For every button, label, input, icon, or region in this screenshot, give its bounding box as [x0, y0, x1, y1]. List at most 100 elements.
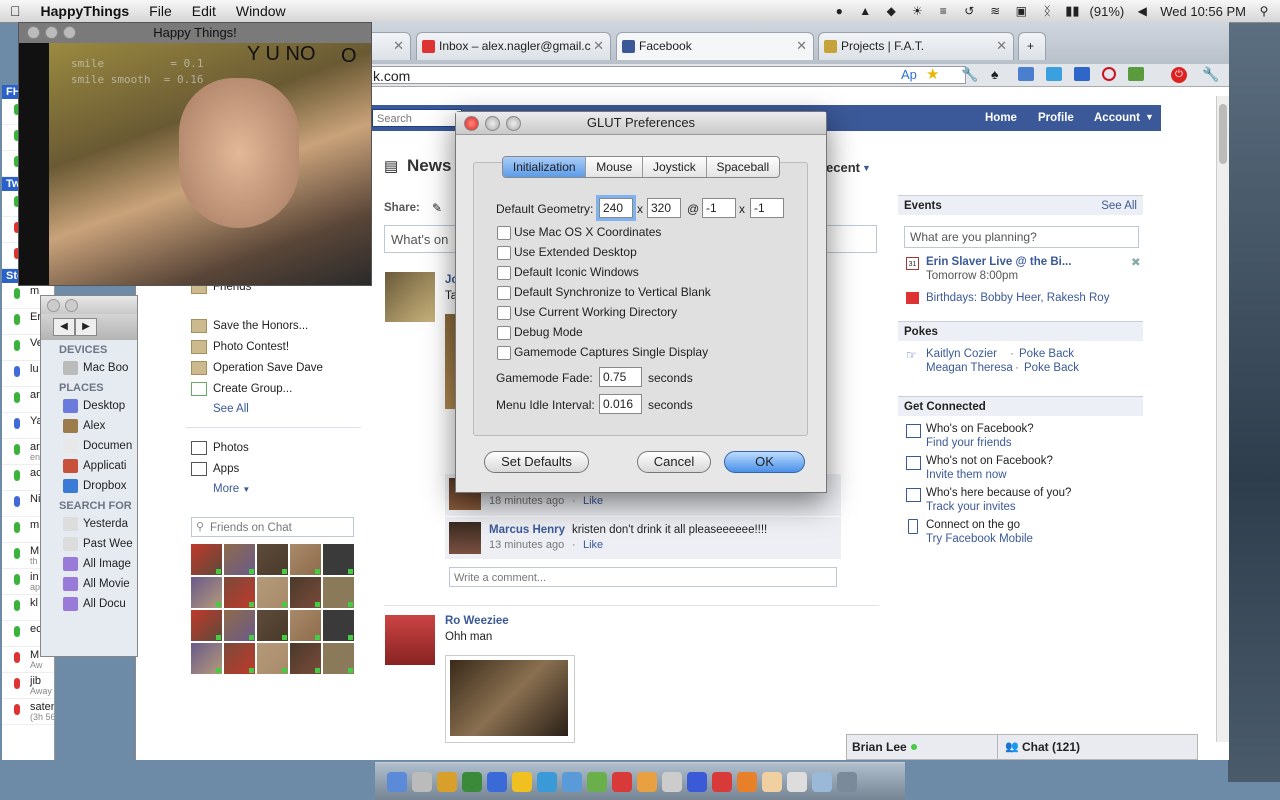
mail-icon[interactable]	[1018, 67, 1034, 81]
volume-icon[interactable]: ◀	[1134, 4, 1150, 18]
chat-friend-avatar[interactable]	[191, 610, 222, 641]
textedit-icon[interactable]	[787, 771, 807, 792]
comment-author[interactable]: Marcus Henry	[489, 524, 565, 536]
zoom-button[interactable]	[63, 26, 76, 39]
dropbox-icon[interactable]: ◆	[883, 4, 899, 18]
tab-joystick[interactable]: Joystick	[643, 157, 707, 177]
find-friends-link[interactable]: Find your friends	[926, 437, 1012, 449]
gmail-icon[interactable]	[612, 771, 632, 792]
sidebar-device[interactable]: Mac Boo	[41, 358, 137, 378]
set-defaults-button[interactable]: Set Defaults	[484, 451, 589, 473]
extension-icon[interactable]	[1046, 67, 1062, 81]
wrench-icon[interactable]: 🔧	[961, 66, 978, 83]
battery-icon[interactable]: ▮▮	[1065, 3, 1079, 19]
brightness-icon[interactable]: ☀	[909, 4, 925, 18]
most-recent-link[interactable]: ecent	[826, 160, 860, 175]
adium-icon[interactable]: ●	[831, 4, 847, 18]
scrollbar-thumb[interactable]	[1219, 104, 1227, 164]
chat-friend-avatar[interactable]	[290, 544, 321, 575]
zoom-button[interactable]	[506, 116, 521, 131]
chat-friend-avatar[interactable]	[290, 577, 321, 608]
minimize-button[interactable]	[65, 299, 78, 312]
close-button[interactable]	[47, 299, 60, 312]
sidebar-saved-search[interactable]: Past Wee	[41, 534, 137, 554]
wifi-icon[interactable]: ≋	[987, 4, 1003, 18]
close-button[interactable]	[27, 26, 40, 39]
chat-friend-avatar[interactable]	[323, 643, 354, 674]
ok-button[interactable]: OK	[724, 451, 805, 473]
scrollbar[interactable]	[1216, 96, 1229, 742]
chat-friend-avatar[interactable]	[224, 643, 255, 674]
address-bar[interactable]: k.com	[366, 66, 966, 84]
back-arrow-icon[interactable]: ◀	[53, 318, 75, 336]
buddy-row[interactable]: jib Away	[2, 673, 54, 699]
chat-friend-avatar[interactable]	[191, 544, 222, 575]
avatar[interactable]	[385, 272, 435, 322]
nav-profile[interactable]: Profile	[1038, 112, 1074, 124]
sidebar-saved-search[interactable]: All Image	[41, 554, 137, 574]
chat-friend-avatar[interactable]	[224, 610, 255, 641]
poke-person[interactable]: Meagan Theresa	[926, 362, 1013, 374]
close-tab-icon[interactable]: ✕	[796, 33, 807, 59]
photos-icon[interactable]	[637, 771, 657, 792]
group-item[interactable]: Operation Save Dave	[191, 361, 323, 375]
tab-projects[interactable]: Projects | F.A.T. ✕	[818, 32, 1014, 60]
tab-spaceball[interactable]: Spaceball	[707, 157, 779, 177]
poke-person[interactable]: Kaitlyn Cozier	[926, 348, 997, 360]
menu-window[interactable]: Window	[226, 3, 296, 19]
sidebar-place[interactable]: Desktop	[41, 396, 137, 416]
excel-icon[interactable]	[587, 771, 607, 792]
close-tab-icon[interactable]: ✕	[996, 33, 1007, 59]
track-invites-link[interactable]: Track your invites	[926, 501, 1016, 513]
app-menu[interactable]: HappyThings	[31, 3, 140, 19]
tab-mouse[interactable]: Mouse	[586, 157, 644, 177]
utility-icon[interactable]	[662, 771, 682, 792]
gamemode-fade-input[interactable]: 0.75	[599, 367, 642, 387]
invite-link[interactable]: Invite them now	[926, 469, 1007, 481]
time-machine-icon[interactable]: ↺	[961, 4, 977, 18]
post-photo[interactable]	[445, 655, 575, 743]
extension-icon[interactable]	[1128, 67, 1144, 81]
word-icon[interactable]	[562, 771, 582, 792]
notes-icon[interactable]	[762, 771, 782, 792]
chevron-down-icon[interactable]: ▼	[862, 163, 871, 173]
extension-icon[interactable]: ♠	[991, 66, 998, 82]
minimize-button[interactable]	[485, 116, 500, 131]
bluetooth-icon[interactable]: ᛝ	[1039, 4, 1055, 18]
forward-arrow-icon[interactable]: ▶	[75, 318, 97, 336]
checkbox-debug-mode[interactable]	[497, 326, 511, 340]
tab-facebook[interactable]: Facebook ✕	[616, 32, 814, 60]
poke-back-link[interactable]: Poke Back	[1024, 362, 1079, 374]
post-author[interactable]: Ro Weeziee	[445, 615, 509, 627]
chat-tab-user[interactable]: Brian Lee	[852, 740, 907, 754]
birthdays-link[interactable]: Birthdays: Bobby Heer, Rakesh Roy	[926, 292, 1109, 304]
extension-icon[interactable]	[1102, 67, 1116, 81]
trash-icon[interactable]	[837, 771, 857, 792]
geometry-x-input[interactable]: -1	[702, 198, 736, 218]
poke-back-link[interactable]: Poke Back	[1019, 348, 1074, 360]
preview-icon[interactable]	[412, 771, 432, 792]
display-icon[interactable]: ▣	[1013, 4, 1029, 18]
like-link[interactable]: Like	[583, 539, 603, 551]
close-tab-icon[interactable]: ✕	[593, 33, 604, 59]
new-tab-button[interactable]: +	[1018, 32, 1046, 60]
mobile-link[interactable]: Try Facebook Mobile	[926, 533, 1033, 545]
chat-friend-avatar[interactable]	[191, 577, 222, 608]
close-tab-icon[interactable]: ✕	[393, 33, 404, 59]
chat-friend-avatar[interactable]	[290, 643, 321, 674]
avatar[interactable]	[449, 522, 481, 554]
growl-icon[interactable]: ▲	[857, 4, 873, 18]
chat-friend-avatar[interactable]	[257, 544, 288, 575]
see-all-link[interactable]: See All	[213, 403, 249, 415]
create-group-item[interactable]: Create Group...	[191, 382, 292, 396]
comment-input[interactable]: Write a comment...	[449, 567, 837, 587]
lastfm-icon[interactable]	[712, 771, 732, 792]
buddy-row[interactable]: satemkemet(3h 56	[2, 699, 54, 725]
chat-friend-avatar[interactable]	[224, 577, 255, 608]
apps-nav-item[interactable]: Apps	[191, 462, 239, 476]
menu-idle-input[interactable]: 0.016	[599, 394, 642, 414]
dashboard-icon[interactable]	[687, 771, 707, 792]
checkbox-vblank-sync[interactable]	[497, 286, 511, 300]
vlc-icon[interactable]	[737, 771, 757, 792]
chat-friend-avatar[interactable]	[257, 610, 288, 641]
